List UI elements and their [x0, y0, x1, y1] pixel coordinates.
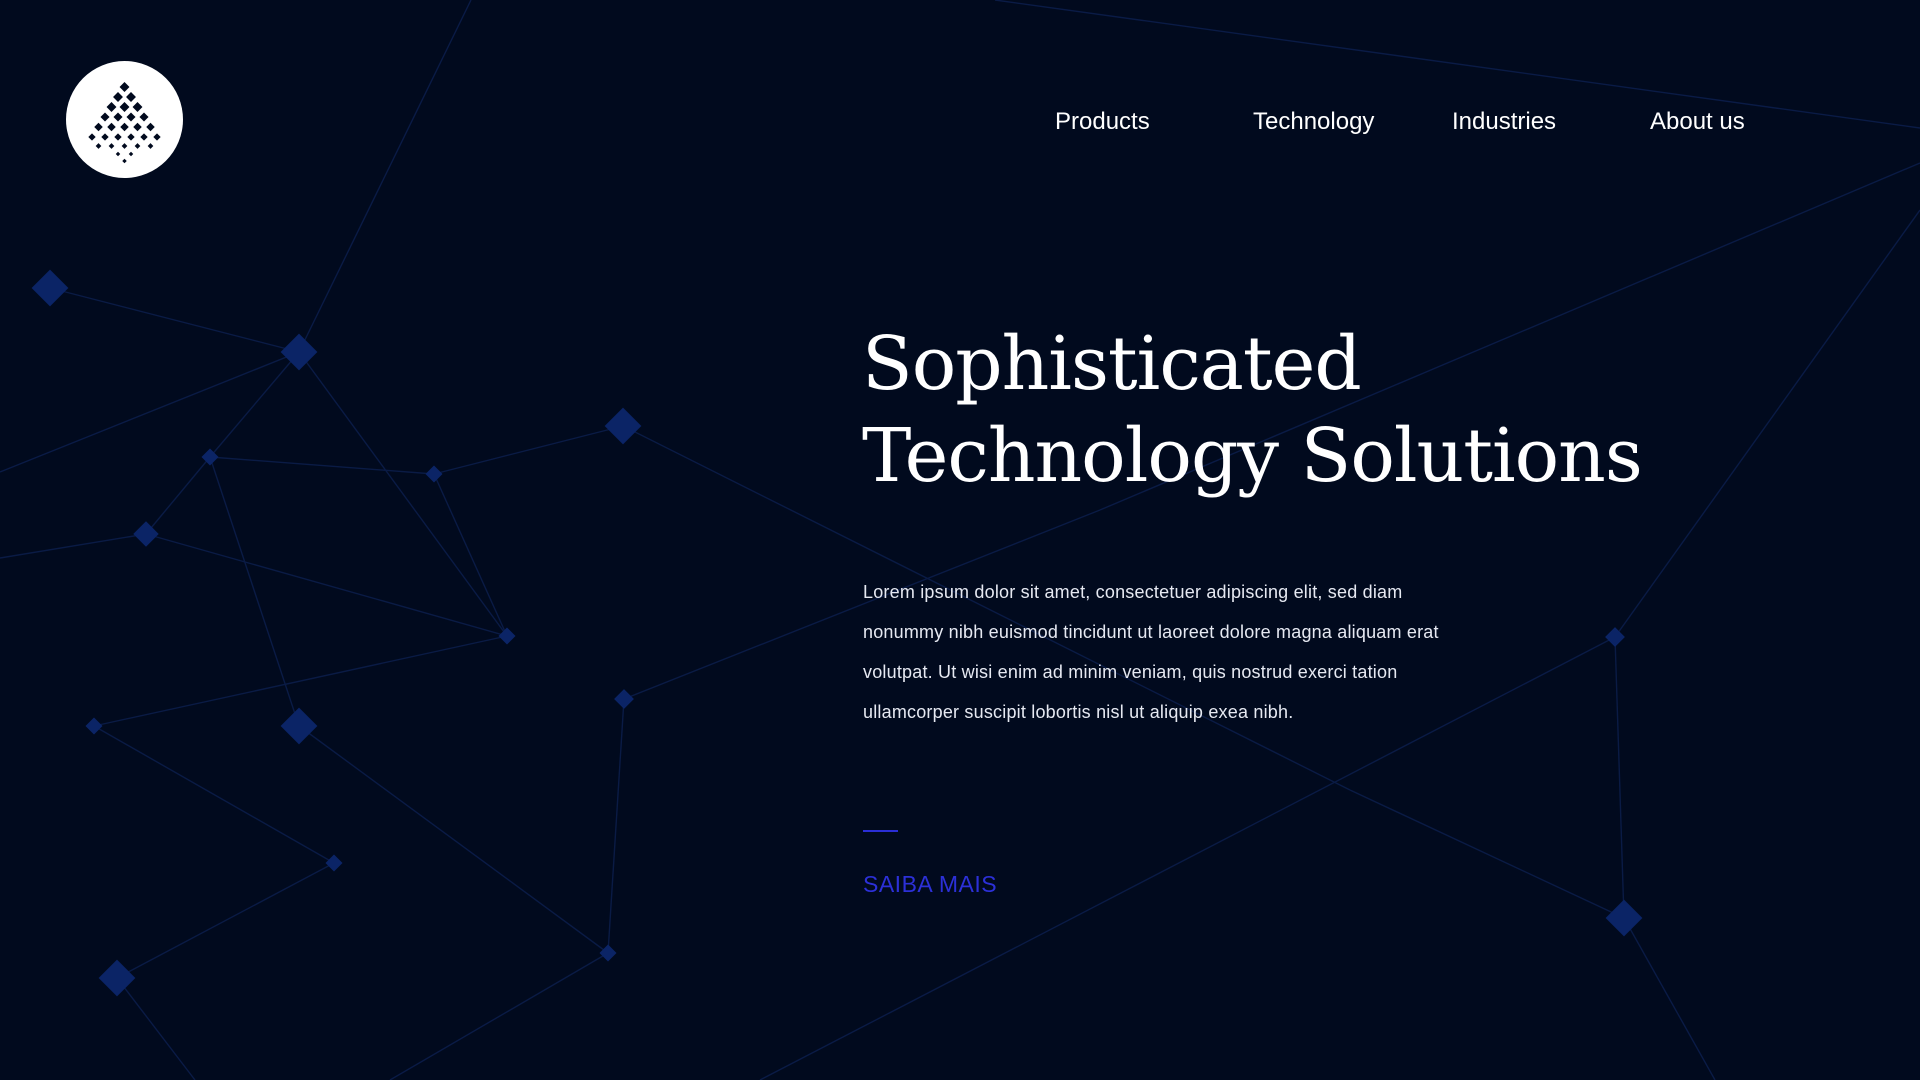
cta-divider	[863, 830, 898, 832]
hero-title-line-2: Technology Solutions	[862, 413, 1643, 499]
nav-item-products[interactable]: Products	[1055, 108, 1150, 136]
network-background	[0, 0, 1920, 1080]
nav-item-about-us[interactable]: About us	[1650, 108, 1745, 136]
learn-more-link[interactable]: SAIBA MAIS	[863, 871, 997, 898]
dot-triangle-logo-icon	[88, 82, 161, 164]
hero-description: Lorem ipsum dolor sit amet, consectetuer…	[863, 582, 1439, 722]
nav-item-industries[interactable]: Industries	[1452, 108, 1556, 136]
hero-title-line-1: Sophisticated	[862, 321, 1362, 407]
logo[interactable]	[66, 61, 183, 178]
nav-item-technology[interactable]: Technology	[1253, 108, 1374, 136]
hero-title: Sophisticated Technology Solutions	[862, 318, 1762, 502]
